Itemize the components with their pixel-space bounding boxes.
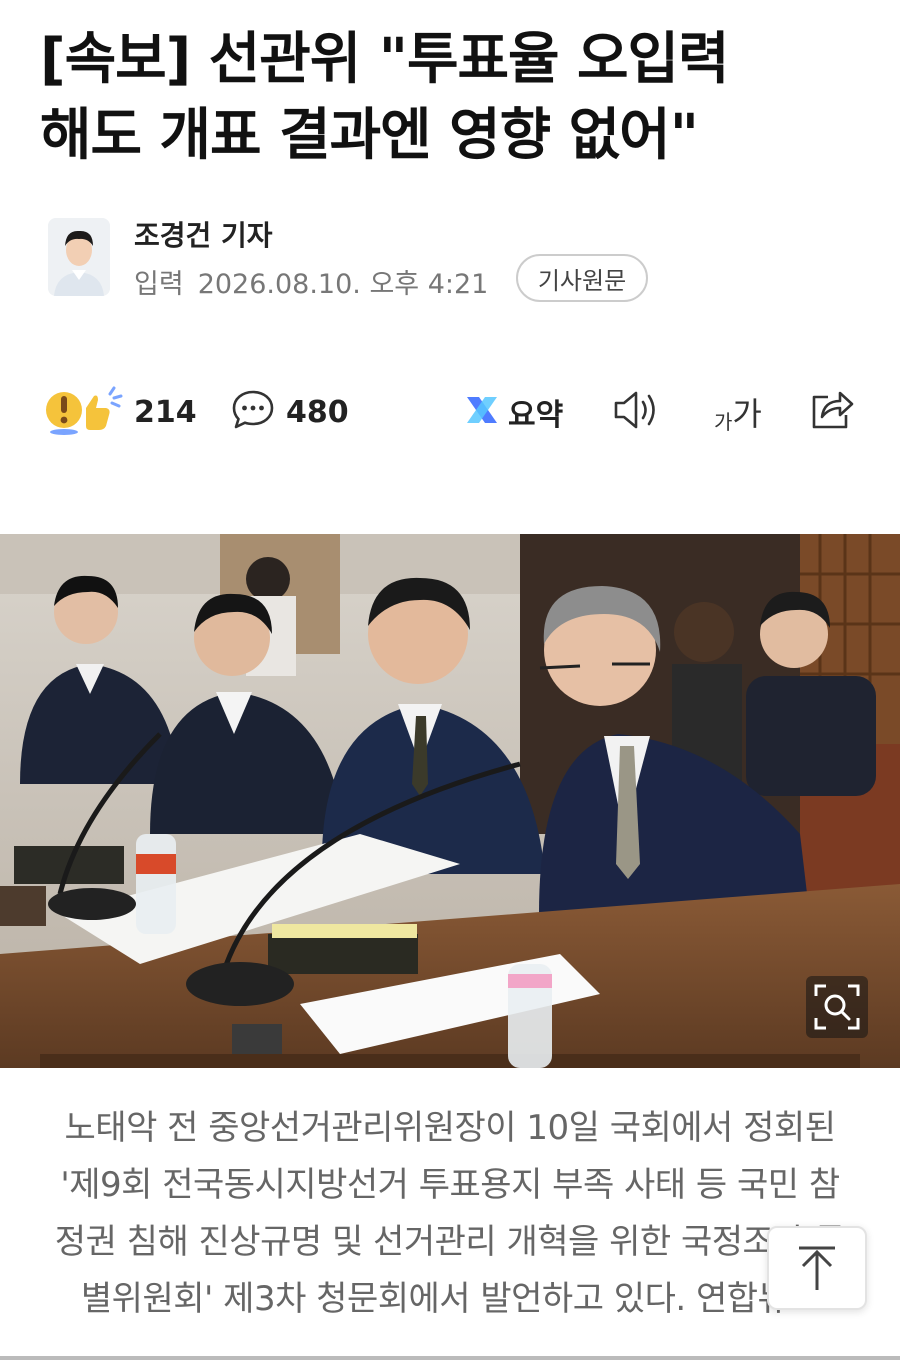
comment-count: 480: [286, 394, 349, 430]
photo-caption: 노태악 전 중앙선거관리위원장이 10일 국회에서 정회된 '제9회 전국동시지…: [44, 1100, 856, 1328]
font-size-button[interactable]: 가가: [714, 380, 762, 444]
reaction-button[interactable]: 214: [44, 380, 197, 444]
font-size-large-glyph: 가: [732, 395, 762, 433]
font-size-icon: 가가: [714, 389, 762, 435]
summary-button[interactable]: 요약: [464, 380, 563, 444]
date-label: 입력: [134, 269, 184, 300]
article-headline: [속보] 선관위 "투표율 오입력 해도 개표 결과엔 영향 없어": [40, 22, 870, 174]
byline: 조경건 기자 입력 2026.08.10. 오후 4:21 기사원문: [48, 214, 868, 304]
original-article-button[interactable]: 기사원문: [516, 254, 648, 302]
caption-line-1: 노태악 전 중앙선거관리위원장이 10일 국회에서 정회된: [64, 1108, 836, 1148]
hearing-photo-illustration: [0, 534, 900, 1068]
summary-label: 요약: [508, 398, 564, 433]
summary-icon: [464, 392, 500, 432]
reporter-name[interactable]: 조경건 기자: [134, 214, 273, 254]
caption-line-2: '제9회 전국동시지방선거 투표용지 부족 사태 등 국민 참: [60, 1165, 840, 1205]
reaction-icon: [44, 382, 124, 442]
caption-line-3: 정권 침해 진상규명 및 선거관리 개혁을 위한 국정조사 특: [54, 1222, 846, 1262]
speaker-icon: [612, 388, 662, 436]
zoom-icon: [806, 984, 868, 1042]
article-toolbar: 214 480 요약 가가: [40, 380, 870, 444]
bottom-divider: [0, 1356, 900, 1360]
scroll-to-top-button[interactable]: [767, 1226, 867, 1310]
caption-line-4: 별위원회' 제3차 청문회에서 발언하고 있다. 연합뉴스: [80, 1279, 820, 1319]
zoom-button[interactable]: [806, 976, 868, 1038]
reaction-count: 214: [134, 394, 197, 430]
share-icon: [808, 387, 856, 437]
date-value: 2026.08.10. 오후 4:21: [197, 269, 489, 300]
tts-button[interactable]: [612, 380, 662, 444]
headline-line-2: 해도 개표 결과엔 영향 없어": [40, 103, 699, 168]
font-size-small-glyph: 가: [714, 410, 733, 434]
arrow-up-icon: [769, 1246, 865, 1312]
share-button[interactable]: [808, 380, 856, 444]
article-photo[interactable]: [0, 534, 900, 1068]
comment-icon: [230, 387, 276, 437]
headline-line-1: [속보] 선관위 "투표율 오입력: [40, 27, 730, 92]
comment-button[interactable]: 480: [230, 380, 349, 444]
publish-date: 입력 2026.08.10. 오후 4:21: [134, 262, 488, 301]
reporter-avatar[interactable]: [48, 218, 110, 296]
